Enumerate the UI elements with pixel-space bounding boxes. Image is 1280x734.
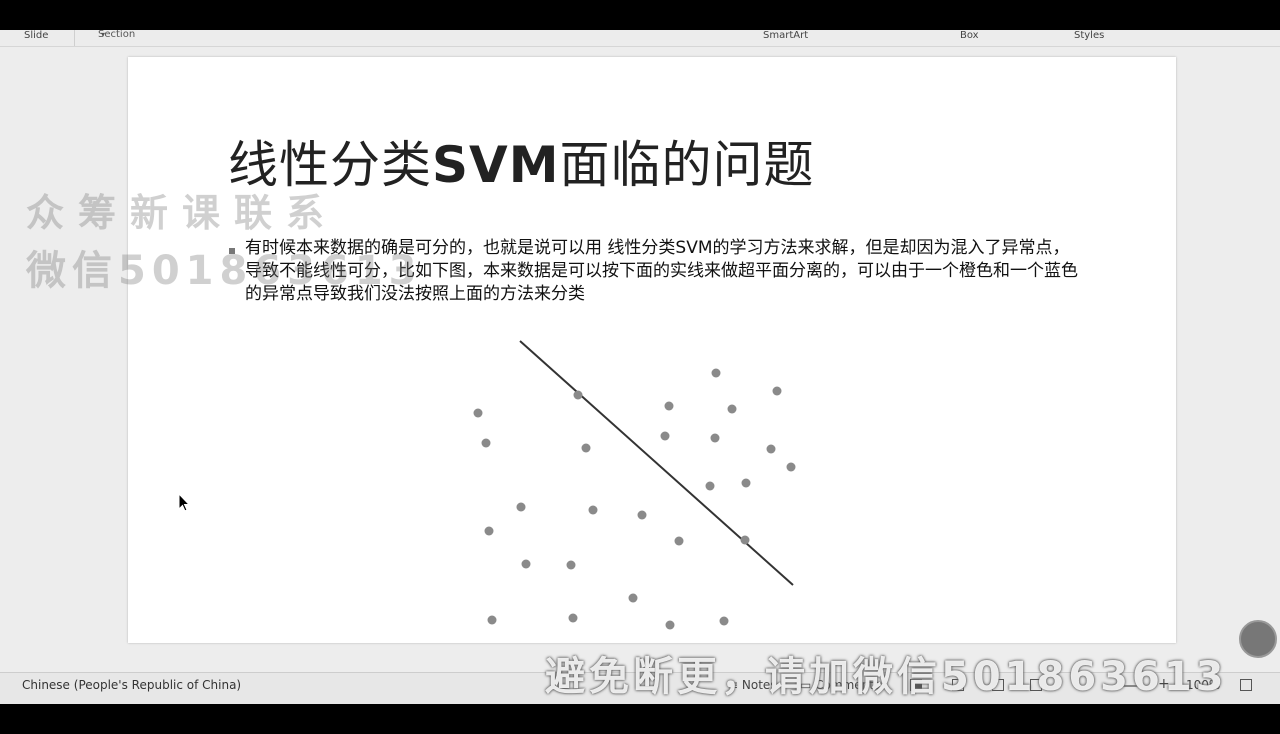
data-point bbox=[741, 478, 751, 488]
data-point bbox=[705, 481, 715, 491]
chevron-down-icon: ▾ bbox=[101, 30, 106, 39]
data-point bbox=[665, 620, 675, 630]
data-point bbox=[568, 613, 578, 623]
data-point bbox=[664, 401, 674, 411]
svm-scatter-figure bbox=[473, 340, 796, 630]
watermark-line-1: 众筹新课联系 bbox=[26, 191, 339, 235]
data-point bbox=[719, 616, 729, 626]
data-point bbox=[786, 462, 796, 472]
data-point bbox=[674, 536, 684, 546]
data-point bbox=[566, 560, 576, 570]
data-point bbox=[521, 559, 531, 569]
data-point bbox=[573, 390, 583, 400]
data-point bbox=[711, 368, 721, 378]
data-point bbox=[487, 615, 497, 625]
data-point bbox=[484, 526, 494, 536]
fit-to-window-icon[interactable] bbox=[1240, 679, 1252, 691]
record-button[interactable] bbox=[1239, 620, 1277, 658]
data-point bbox=[473, 408, 483, 418]
data-point bbox=[740, 535, 750, 545]
text-box-button[interactable]: Box bbox=[960, 30, 979, 43]
watermark-line-2: 微信501863613 bbox=[26, 248, 423, 294]
ribbon-divider bbox=[74, 30, 75, 46]
data-point bbox=[628, 593, 638, 603]
data-point bbox=[637, 510, 647, 520]
language-status[interactable]: Chinese (People's Republic of China) bbox=[22, 678, 241, 692]
data-point bbox=[727, 404, 737, 414]
ribbon-toolbar: Slide Section ▾ SmartArt Box Styles bbox=[0, 30, 1280, 47]
data-point bbox=[772, 386, 782, 396]
data-points bbox=[473, 368, 796, 630]
data-point bbox=[660, 431, 670, 441]
data-point bbox=[588, 505, 598, 515]
data-point bbox=[481, 438, 491, 448]
data-point bbox=[710, 433, 720, 443]
smartart-button[interactable]: SmartArt bbox=[763, 30, 808, 43]
slide-canvas[interactable]: 线性分类SVM面临的问题 有时候本来数据的确是可分的，也就是说可以用 线性分类S… bbox=[128, 57, 1277, 658]
title-bold-svm: SVM bbox=[432, 136, 560, 194]
data-point bbox=[516, 502, 526, 512]
bottom-watermark: 避免断更，请加微信501863613 bbox=[545, 654, 1228, 700]
separating-hyperplane-line bbox=[519, 340, 794, 586]
new-slide-button[interactable]: Slide bbox=[24, 30, 48, 43]
mouse-cursor-icon bbox=[178, 493, 190, 512]
data-point bbox=[766, 444, 776, 454]
powerpoint-window: Slide Section ▾ SmartArt Box Styles 线性分类S… bbox=[0, 30, 1280, 704]
title-suffix: 面临的问题 bbox=[559, 136, 815, 194]
data-point bbox=[581, 443, 591, 453]
shape-styles-button[interactable]: Styles bbox=[1074, 30, 1104, 43]
